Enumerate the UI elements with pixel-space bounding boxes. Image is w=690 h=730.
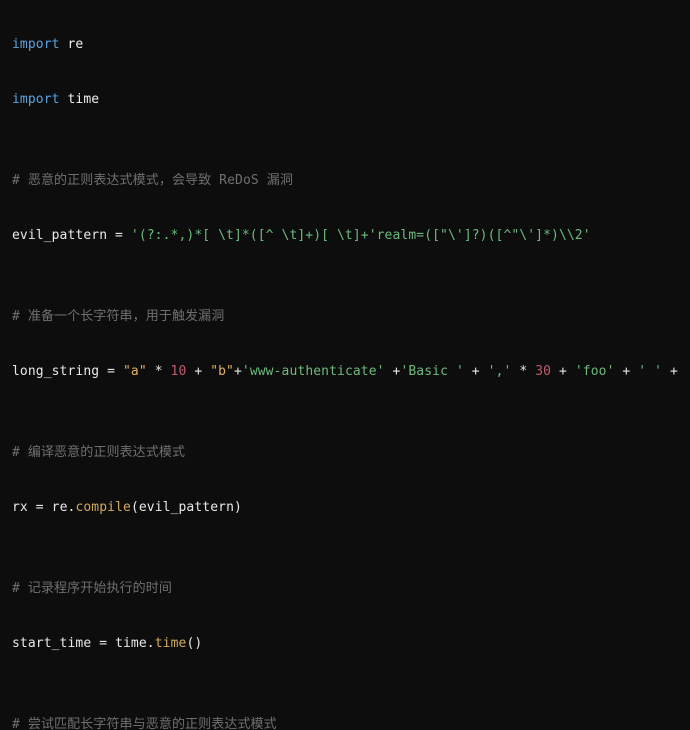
operator: + bbox=[464, 364, 488, 379]
number-literal: 30 bbox=[535, 364, 551, 379]
string-literal: ' ' bbox=[638, 364, 662, 379]
operator: . bbox=[147, 636, 155, 651]
code-line: rx = re.compile(evil_pattern) bbox=[12, 494, 678, 521]
string-literal: "b" bbox=[210, 364, 234, 379]
identifier: re bbox=[52, 500, 68, 515]
module-name: re bbox=[68, 37, 84, 52]
code-line: import re bbox=[12, 31, 678, 58]
function-call: compile bbox=[75, 500, 131, 515]
operator: + bbox=[551, 364, 575, 379]
comment: # 准备一个长字符串，用于触发漏洞 bbox=[12, 309, 224, 324]
string-literal: '(?:.*,)*[ \t]*([^ \t]+)[ \t]+'realm=(["… bbox=[131, 228, 591, 243]
identifier: long_string bbox=[12, 364, 99, 379]
paren: ) bbox=[234, 500, 242, 515]
function-call: time bbox=[155, 636, 187, 651]
code-line: # 编译恶意的正则表达式模式 bbox=[12, 439, 678, 466]
comment: # 尝试匹配长字符串与恶意的正则表达式模式 bbox=[12, 717, 277, 730]
identifier: time bbox=[115, 636, 147, 651]
code-editor: import re import time # 恶意的正则表达式模式，会导致 R… bbox=[0, 0, 690, 730]
operator: + bbox=[385, 364, 401, 379]
module-name: time bbox=[68, 92, 100, 107]
keyword: import bbox=[12, 37, 60, 52]
operator: = bbox=[28, 500, 52, 515]
keyword: import bbox=[12, 92, 60, 107]
code-line: evil_pattern = '(?:.*,)*[ \t]*([^ \t]+)[… bbox=[12, 222, 678, 249]
operator: + bbox=[615, 364, 639, 379]
code-line: # 准备一个长字符串，用于触发漏洞 bbox=[12, 303, 678, 330]
string-literal: "a" bbox=[123, 364, 147, 379]
identifier: evil_pattern bbox=[139, 500, 234, 515]
operator: + bbox=[234, 364, 242, 379]
paren: ( bbox=[131, 500, 139, 515]
string-literal: 'Basic ' bbox=[400, 364, 463, 379]
code-line: # 尝试匹配长字符串与恶意的正则表达式模式 bbox=[12, 711, 678, 730]
identifier: rx bbox=[12, 500, 28, 515]
code-line: # 恶意的正则表达式模式，会导致 ReDoS 漏洞 bbox=[12, 167, 678, 194]
code-line: # 记录程序开始执行的时间 bbox=[12, 575, 678, 602]
paren: () bbox=[186, 636, 202, 651]
comment: # 记录程序开始执行的时间 bbox=[12, 581, 172, 596]
string-literal: 'www-authenticate' bbox=[242, 364, 385, 379]
comment: # 恶意的正则表达式模式，会导致 ReDoS 漏洞 bbox=[12, 173, 293, 188]
code-line: long_string = "a" * 10 + "b"+'www-authen… bbox=[12, 358, 678, 385]
code-line: start_time = time.time() bbox=[12, 630, 678, 657]
operator: = bbox=[99, 364, 123, 379]
identifier: start_time bbox=[12, 636, 91, 651]
operator: = bbox=[107, 228, 131, 243]
identifier: evil_pattern bbox=[12, 228, 107, 243]
code-line: import time bbox=[12, 86, 678, 113]
operator: * bbox=[511, 364, 535, 379]
string-literal: ',' bbox=[488, 364, 512, 379]
operator: + bbox=[662, 364, 678, 379]
operator: * bbox=[147, 364, 171, 379]
number-literal: 10 bbox=[171, 364, 187, 379]
string-literal: 'foo' bbox=[575, 364, 615, 379]
operator: = bbox=[91, 636, 115, 651]
operator: + bbox=[186, 364, 210, 379]
comment: # 编译恶意的正则表达式模式 bbox=[12, 445, 185, 460]
